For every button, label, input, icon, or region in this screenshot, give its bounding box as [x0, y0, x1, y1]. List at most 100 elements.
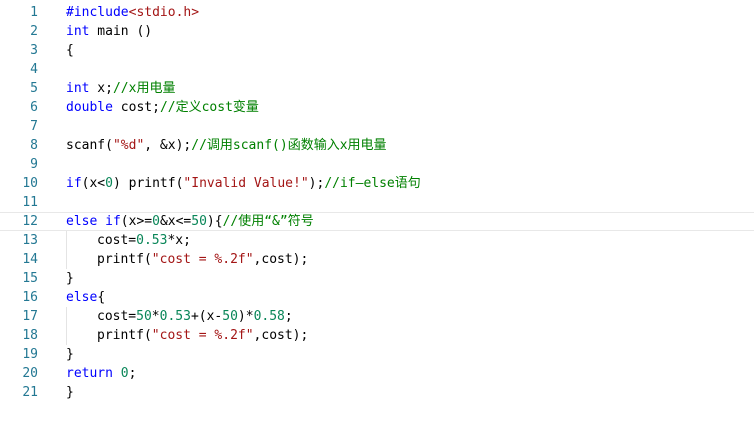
line-number: 11	[22, 195, 38, 210]
code-line[interactable]: 18 printf("cost = %.2f",cost);	[0, 326, 754, 345]
plain-token: ){	[206, 214, 223, 229]
number-token: 0	[152, 214, 160, 229]
line-number: 21	[22, 385, 38, 400]
code-line[interactable]: 6 double cost;//定义cost变量	[0, 98, 754, 117]
code-line[interactable]: 2 int main ()	[0, 22, 754, 41]
keyword-token: double	[66, 100, 113, 115]
line-number: 7	[30, 119, 38, 134]
line-number: 4	[30, 62, 38, 77]
code-text[interactable]: cost=50*0.53+(x-50)*0.58;	[97, 307, 293, 326]
number-token: 50	[191, 214, 207, 229]
plain-token: cost;	[112, 100, 160, 115]
number-token: 0.53	[136, 233, 168, 248]
code-line[interactable]: 15 }	[0, 269, 754, 288]
indent-guide	[66, 326, 67, 345]
plain-token: ) printf(	[112, 176, 184, 191]
number-token: 50	[136, 309, 152, 324]
number-token: 50	[222, 309, 238, 324]
code-text[interactable]: printf("cost = %.2f",cost);	[97, 326, 308, 345]
indent-guide	[66, 307, 67, 326]
number-token: 0	[105, 176, 113, 191]
line-number: 13	[22, 233, 38, 248]
plain-token: *	[151, 309, 160, 324]
plain-token: printf(	[97, 328, 152, 343]
comment-token: //使用“&”符号	[222, 214, 314, 229]
code-text[interactable]: cost=0.53*x;	[97, 231, 191, 250]
plain-token: (x<	[81, 176, 106, 191]
code-text[interactable]: }	[66, 383, 74, 402]
plain-token: *x;	[167, 233, 191, 248]
plain-token: cost=	[97, 309, 137, 324]
keyword-token: int	[66, 81, 90, 96]
code-text[interactable]: else if(x>=0&x<=50){//使用“&”符号	[66, 213, 314, 230]
code-line[interactable]: 16 else{	[0, 288, 754, 307]
line-number: 14	[22, 252, 38, 267]
current-code-line[interactable]: 12 else if(x>=0&x<=50){//使用“&”符号	[0, 212, 754, 231]
code-line[interactable]: 1 #include<stdio.h>	[0, 3, 754, 22]
line-number: 17	[22, 309, 38, 324]
keyword-token: return	[66, 366, 113, 381]
code-text[interactable]: printf("cost = %.2f",cost);	[97, 250, 308, 269]
line-number: 16	[22, 290, 38, 305]
code-line[interactable]: 13 cost=0.53*x;	[0, 231, 754, 250]
code-line[interactable]: 11	[0, 193, 754, 212]
line-number: 15	[22, 271, 38, 286]
keyword-token: else	[66, 214, 98, 229]
code-line[interactable]: 9	[0, 155, 754, 174]
number-token: 0.53	[159, 309, 191, 324]
code-text[interactable]: }	[66, 269, 74, 288]
line-number: 10	[22, 176, 38, 191]
code-line[interactable]: 14 printf("cost = %.2f",cost);	[0, 250, 754, 269]
plain-token: ,cost);	[253, 252, 309, 267]
code-line[interactable]: 21 }	[0, 383, 754, 402]
code-text[interactable]: if(x<0) printf("Invalid Value!");//if—el…	[66, 174, 421, 193]
line-number: 19	[22, 347, 38, 362]
code-line[interactable]: 19 }	[0, 345, 754, 364]
plain-token: ;	[284, 309, 293, 324]
line-number: 3	[30, 43, 38, 58]
line-number: 9	[30, 157, 38, 172]
code-text[interactable]: {	[66, 41, 74, 60]
code-text[interactable]: double cost;//定义cost变量	[66, 98, 259, 117]
code-line[interactable]: 17 cost=50*0.53+(x-50)*0.58;	[0, 307, 754, 326]
code-line[interactable]: 5 int x;//x用电量	[0, 79, 754, 98]
code-editor[interactable]: 1 #include<stdio.h> 2 int main () 3 { 4 …	[0, 0, 754, 422]
code-line[interactable]: 3 {	[0, 41, 754, 60]
code-text[interactable]: }	[66, 345, 74, 364]
code-line[interactable]: 10 if(x<0) printf("Invalid Value!");//if…	[0, 174, 754, 193]
plain-token: scanf(	[66, 138, 113, 153]
string-token: "%d"	[112, 138, 145, 153]
indent-guide	[66, 231, 67, 250]
line-number: 8	[30, 138, 38, 153]
plain-token: ;	[128, 366, 137, 381]
plain-token: ,cost);	[253, 328, 309, 343]
code-line[interactable]: 20 return 0;	[0, 364, 754, 383]
plain-token: printf(	[97, 252, 152, 267]
code-text[interactable]: #include<stdio.h>	[66, 3, 199, 22]
indent-guide	[66, 250, 67, 269]
keyword-token: if	[105, 214, 121, 229]
code-line[interactable]: 4	[0, 60, 754, 79]
code-text[interactable]: int x;//x用电量	[66, 79, 175, 98]
line-number: 5	[30, 81, 38, 96]
plain-token: &x<=	[159, 214, 192, 229]
number-token: 0	[120, 366, 129, 381]
code-line[interactable]: 8 scanf("%d", &x);//调用scanf()函数输入x用电量	[0, 136, 754, 155]
code-text[interactable]: return 0;	[66, 364, 136, 383]
plain-token: );	[308, 176, 325, 191]
string-token: "cost = %.2f"	[151, 328, 254, 343]
number-token: 0.58	[253, 309, 285, 324]
code-text[interactable]: scanf("%d", &x);//调用scanf()函数输入x用电量	[66, 136, 387, 155]
code-line[interactable]: 7	[0, 117, 754, 136]
code-text[interactable]: else{	[66, 288, 105, 307]
plain-token: {	[97, 290, 106, 305]
string-token: "Invalid Value!"	[183, 176, 309, 191]
comment-token: //x用电量	[112, 81, 176, 96]
plain-token: +(x-	[190, 309, 223, 324]
code-text[interactable]: int main ()	[66, 22, 152, 41]
line-number: 20	[22, 366, 38, 381]
comment-token: //调用scanf()函数输入x用电量	[191, 138, 387, 153]
line-number: 2	[30, 24, 38, 39]
plain-token: x;	[89, 81, 113, 96]
